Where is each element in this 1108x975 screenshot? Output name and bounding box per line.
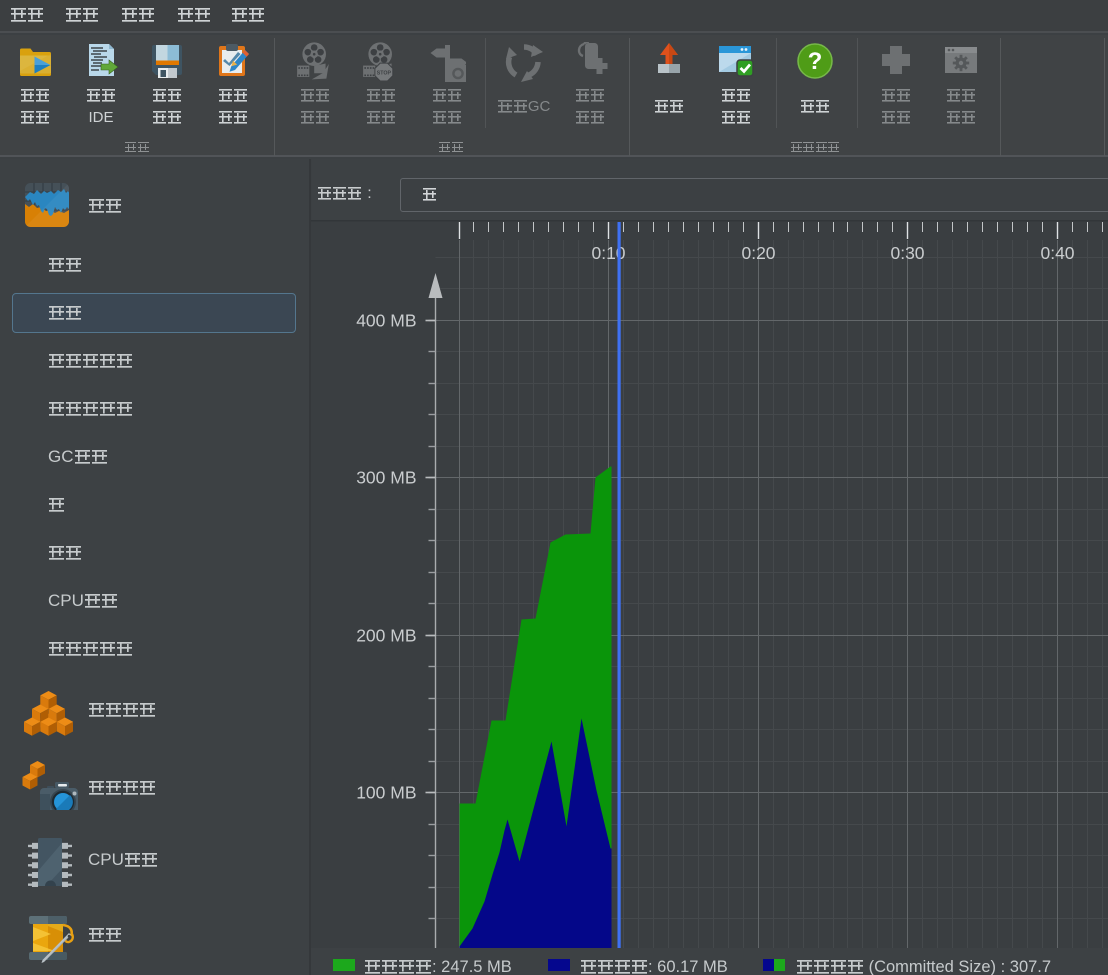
svg-text:STOP: STOP: [377, 71, 392, 77]
svg-text:300 MB: 300 MB: [356, 468, 416, 488]
svg-text:0:30: 0:30: [890, 243, 924, 263]
svg-text:?: ?: [808, 48, 823, 75]
svg-text:0:40: 0:40: [1040, 243, 1074, 263]
svg-text:0:20: 0:20: [741, 243, 775, 263]
svg-text:200 MB: 200 MB: [356, 626, 416, 646]
svg-text:400 MB: 400 MB: [356, 311, 416, 331]
svg-text:100 MB: 100 MB: [356, 783, 416, 803]
